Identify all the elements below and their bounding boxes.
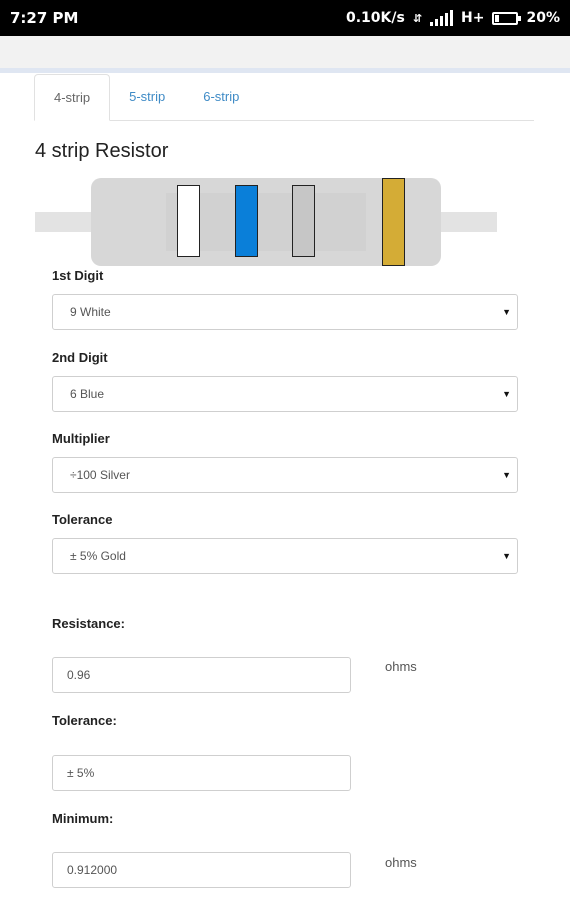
strip-tabs: 4-strip 5-strip 6-strip bbox=[34, 74, 534, 121]
page-title: 4 strip Resistor bbox=[35, 140, 169, 162]
select-1st-digit-value: 9 White bbox=[70, 305, 111, 319]
band-digit2 bbox=[235, 185, 258, 257]
label-tolerance: Tolerance bbox=[52, 512, 113, 527]
status-bar: 7:27 PM 0.10K/s ⇵ H+ 20% bbox=[0, 0, 570, 36]
network-type: H+ bbox=[461, 10, 485, 26]
select-multiplier-value: ÷100 Silver bbox=[70, 468, 130, 482]
select-tolerance[interactable]: ± 5% Gold ▼ bbox=[52, 538, 518, 574]
label-2nd-digit: 2nd Digit bbox=[52, 350, 108, 365]
label-tolerance-result: Tolerance: bbox=[52, 713, 117, 728]
label-resistance: Resistance: bbox=[52, 616, 125, 631]
battery-icon bbox=[492, 11, 522, 25]
dropdown-caret-icon: ▼ bbox=[502, 551, 511, 561]
select-1st-digit[interactable]: 9 White ▼ bbox=[52, 294, 518, 330]
browser-bar bbox=[0, 36, 570, 68]
signal-icon bbox=[430, 10, 454, 26]
select-multiplier[interactable]: ÷100 Silver ▼ bbox=[52, 457, 518, 493]
data-arrows-icon: ⇵ bbox=[412, 11, 423, 25]
tab-6-strip[interactable]: 6-strip bbox=[184, 74, 258, 120]
minimum-output[interactable]: 0.912000 bbox=[52, 852, 351, 888]
band-digit1 bbox=[177, 185, 200, 257]
tolerance-output[interactable]: ± 5% bbox=[52, 755, 351, 791]
browser-bar-divider bbox=[0, 68, 570, 73]
label-multiplier: Multiplier bbox=[52, 431, 110, 446]
battery-percent: 20% bbox=[526, 10, 560, 26]
band-multiplier bbox=[292, 185, 315, 257]
band-tolerance bbox=[382, 178, 405, 266]
dropdown-caret-icon: ▼ bbox=[502, 307, 511, 317]
select-2nd-digit[interactable]: 6 Blue ▼ bbox=[52, 376, 518, 412]
tab-5-strip[interactable]: 5-strip bbox=[110, 74, 184, 120]
tab-4-strip[interactable]: 4-strip bbox=[34, 74, 111, 121]
dropdown-caret-icon: ▼ bbox=[502, 470, 511, 480]
label-1st-digit: 1st Digit bbox=[52, 268, 104, 283]
status-time: 7:27 PM bbox=[10, 9, 79, 27]
label-minimum: Minimum: bbox=[52, 811, 114, 826]
dropdown-caret-icon: ▼ bbox=[502, 389, 511, 399]
select-2nd-digit-value: 6 Blue bbox=[70, 387, 105, 401]
network-speed: 0.10K/s bbox=[345, 10, 405, 26]
minimum-unit: ohms bbox=[385, 855, 417, 870]
resistance-unit: ohms bbox=[385, 659, 417, 674]
status-right: 0.10K/s ⇵ H+ 20% bbox=[346, 10, 560, 26]
select-tolerance-value: ± 5% Gold bbox=[70, 549, 126, 563]
resistance-output[interactable]: 0.96 bbox=[52, 657, 351, 693]
